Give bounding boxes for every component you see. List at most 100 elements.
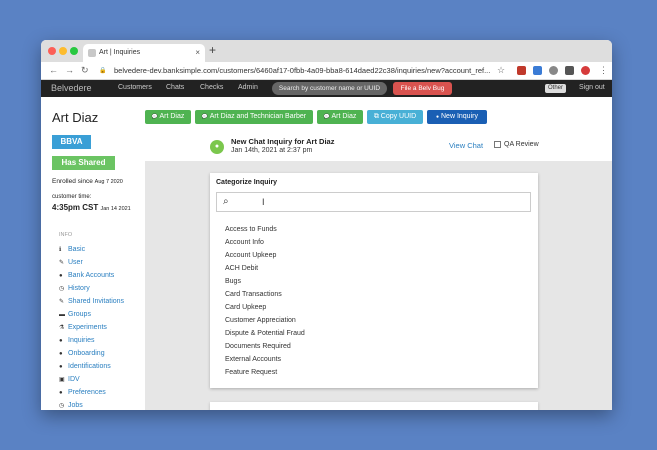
category-option[interactable]: Account Upkeep — [225, 249, 525, 262]
sidebar-item-groups[interactable]: ▬ Groups — [59, 308, 145, 321]
bookmark-star-icon[interactable]: ☆ — [497, 65, 505, 76]
sidebar-item-bank-accounts[interactable]: ● Bank Accounts — [59, 269, 145, 282]
address-bar: ← → ↻ 🔒 belvedere-dev.banksimple.com/cus… — [41, 62, 612, 80]
chat-icon: 💬 — [151, 114, 158, 120]
customer-time-label: customer time: — [52, 194, 92, 200]
new-inquiry-button[interactable]: ● New Inquiry — [427, 110, 487, 124]
onboarding-icon: ● — [59, 350, 63, 357]
category-search-input[interactable]: ⌕ I — [216, 192, 531, 212]
search-icon: ⌕ — [223, 196, 229, 207]
chat-icon: 💬 — [201, 114, 209, 120]
browser-window: Art | Inquiries × + ← → ↻ 🔒 belvedere-de… — [41, 40, 612, 410]
sidebar-item-jobs[interactable]: ◷ Jobs — [59, 399, 145, 410]
chat-art-diaz-second-button[interactable]: 💬 Art Diaz — [317, 110, 363, 124]
checkbox-box[interactable] — [494, 141, 501, 148]
tab-strip: Art | Inquiries × + — [41, 40, 612, 62]
chat-with-technician-button[interactable]: 💬 Art Diaz and Technician Barber — [195, 110, 313, 124]
extension-icon[interactable] — [517, 66, 526, 75]
url-field[interactable]: belvedere-dev.banksimple.com/customers/6… — [114, 66, 490, 75]
sidebar-nav: ℹ Basic ✎ User ● Bank Accounts ◷ History ✎ Sh… — [59, 243, 145, 410]
image-icon: ▣ — [59, 377, 65, 383]
category-option[interactable]: Customer Appreciation — [225, 314, 525, 327]
clock-icon: ◷ — [59, 286, 65, 292]
sidebar-item-label: Identifications — [68, 363, 111, 370]
customer-name: Art Diaz — [52, 110, 99, 125]
sidebar-item-history[interactable]: ◷ History — [59, 282, 145, 295]
sidebar-item-shared-invitations[interactable]: ✎ Shared Invitations — [59, 295, 145, 308]
sidebar-item-user[interactable]: ✎ User — [59, 256, 145, 269]
category-option[interactable]: Access to Funds — [225, 223, 525, 236]
clock-icon: ◷ — [59, 403, 65, 409]
close-window-button[interactable] — [48, 47, 56, 55]
sidebar-item-onboarding[interactable]: ● Onboarding — [59, 347, 145, 360]
chat-icon: 💬 — [323, 114, 330, 120]
back-icon[interactable]: ← — [49, 65, 58, 75]
enrolled-date: Aug 7 2020 — [94, 179, 123, 185]
puzzle-extension-icon[interactable] — [565, 66, 574, 75]
nav-admin[interactable]: Admin — [238, 84, 258, 91]
nav-customers[interactable]: Customers — [118, 84, 152, 91]
info-icon: ℹ — [59, 247, 62, 253]
extension-icon[interactable] — [533, 66, 542, 75]
nav-checks[interactable]: Checks — [200, 84, 223, 91]
copy-uuid-button[interactable]: ⧉ Copy UUID — [367, 110, 423, 124]
sidebar-item-idv[interactable]: ▣ IDV — [59, 373, 145, 386]
reload-icon[interactable]: ↻ — [81, 65, 89, 76]
info-section-header: INFO — [59, 232, 73, 238]
browser-tab[interactable]: Art | Inquiries × — [83, 44, 205, 62]
text-cursor-icon: I — [262, 197, 265, 207]
favicon-icon — [88, 49, 96, 57]
minimize-window-button[interactable] — [59, 47, 67, 55]
view-chat-link[interactable]: View Chat — [449, 141, 483, 150]
sidebar-item-label: Shared Invitations — [68, 298, 125, 305]
customer-search-input[interactable]: Search by customer name or UUID — [272, 82, 387, 95]
folder-icon: ▬ — [59, 311, 65, 318]
category-option[interactable]: Card Transactions — [225, 288, 525, 301]
question-icon: ● — [436, 114, 440, 120]
main-panel: 💬 Art Diaz 💬 Art Diaz and Technician Bar… — [145, 97, 612, 410]
sidebar-item-basic[interactable]: ℹ Basic — [59, 243, 145, 256]
nav-chats[interactable]: Chats — [166, 84, 184, 91]
new-tab-button[interactable]: + — [209, 43, 216, 57]
forward-icon[interactable]: → — [65, 65, 74, 75]
sidebar-item-label: Jobs — [68, 402, 83, 409]
sidebar-item-identifications[interactable]: ● Identifications — [59, 360, 145, 373]
sidebar-item-label: Onboarding — [68, 350, 105, 357]
copy-icon: ⧉ — [373, 113, 379, 120]
sign-out-link[interactable]: Sign out — [579, 84, 605, 91]
button-label: Art Diaz — [331, 113, 357, 120]
flask-icon: ⚗ — [59, 325, 65, 331]
shared-badge: Has Shared — [52, 156, 115, 170]
maximize-window-button[interactable] — [70, 47, 78, 55]
browser-menu-icon[interactable]: ⋮ — [599, 65, 608, 76]
button-label: Art Diaz and Technician Barber — [209, 113, 307, 120]
category-option[interactable]: Feature Request — [225, 366, 525, 379]
category-option[interactable]: ACH Debit — [225, 262, 525, 275]
close-tab-icon[interactable]: × — [195, 48, 200, 57]
category-option[interactable]: Account Info — [225, 236, 525, 249]
page-content: Art Diaz BBVA Has Shared Enrolled since … — [41, 97, 612, 410]
category-option[interactable]: Bugs — [225, 275, 525, 288]
sidebar-item-experiments[interactable]: ⚗ Experiments — [59, 321, 145, 334]
category-option[interactable]: Dispute & Potential Fraud — [225, 327, 525, 340]
category-option[interactable]: Documents Required — [225, 340, 525, 353]
brand-logo[interactable]: Belvedere — [51, 83, 92, 93]
enrolled-since: since — [77, 178, 93, 185]
profile-avatar-icon[interactable] — [581, 66, 590, 75]
enrolled-info: Enrolled since Aug 7 2020 — [52, 178, 123, 185]
pencil-icon: ✎ — [59, 260, 65, 266]
customer-time: 4:35pm CST Jan 14 2021 — [52, 203, 131, 212]
file-bug-button[interactable]: File a Belv Bug — [393, 82, 452, 95]
qa-review-checkbox[interactable]: QA Review — [494, 141, 539, 148]
sidebar-item-label: Basic — [68, 246, 86, 253]
customer-time-date: Jan 14 2021 — [100, 206, 131, 212]
category-option[interactable]: External Accounts — [225, 353, 525, 366]
category-option[interactable]: Card Upkeep — [225, 301, 525, 314]
secondary-card — [210, 402, 538, 410]
sidebar-item-label: Inquiries — [68, 337, 95, 344]
sidebar-item-inquiries[interactable]: ● Inquiries — [59, 334, 145, 347]
info-extension-icon[interactable] — [549, 66, 558, 75]
chat-art-diaz-button[interactable]: 💬 Art Diaz — [145, 110, 191, 124]
sidebar-item-label: Experiments — [68, 324, 107, 331]
sidebar-item-preferences[interactable]: ● Preferences — [59, 386, 145, 399]
